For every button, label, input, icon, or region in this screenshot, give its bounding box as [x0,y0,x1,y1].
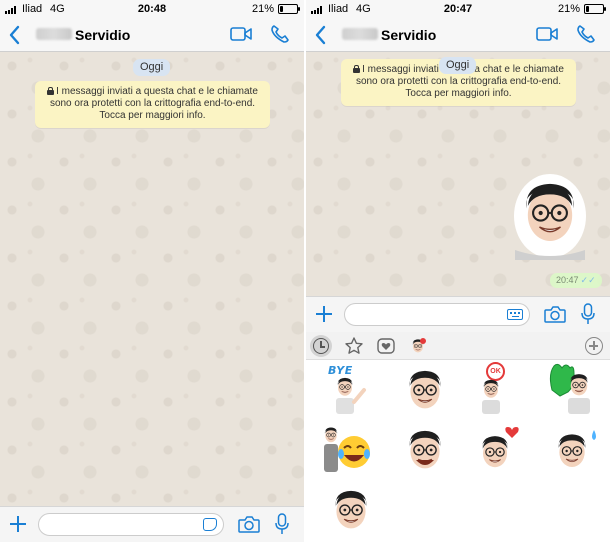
message-time: 20:47 [556,275,579,285]
message-input[interactable] [344,303,530,326]
sticker-icon[interactable] [203,518,217,531]
ok-figure-icon [482,379,500,414]
sticker-pack-icon[interactable] [408,336,428,356]
notice-line-2: sono ora protetti con la crittografia en… [49,98,256,109]
recent-icon [313,338,329,354]
notice-line-3: Tocca per maggiori info. [405,88,512,99]
back-chevron-icon[interactable] [312,24,330,46]
sent-sticker-message[interactable] [511,170,589,260]
encryption-notice[interactable]: I messaggi inviati a questa chat e le ch… [35,81,270,128]
left-chat-screen: Iliad 4G 20:48 21% Servidio Oggi I messa… [0,0,304,542]
sticker-grin[interactable] [400,424,450,476]
message-input[interactable] [38,513,224,536]
contact-name[interactable]: Servidio [75,27,130,43]
sticker-tear[interactable] [550,424,600,476]
attach-plus-icon[interactable] [314,304,334,324]
tab-recent[interactable] [310,335,332,357]
battery-percent: 21% [557,3,580,15]
battery-icon [584,4,606,14]
notice-line-3: Tocca per maggiori info. [99,110,206,121]
sticker-bye[interactable]: BYE [328,364,378,416]
video-call-icon[interactable] [536,26,558,42]
read-ticks-icon: ✓✓ [580,275,596,285]
blurred-contact-surname [342,28,378,40]
sticker-panel: BYE OK [306,332,610,542]
battery-percent: 21% [251,3,274,15]
battery-icon [278,4,300,14]
status-bar: Iliad 4G 20:47 21% [306,0,610,18]
notice-line-1: I messaggi inviati a questa chat e le ch… [56,86,258,97]
sticker-smile[interactable] [400,364,450,416]
lock-icon [353,65,361,73]
heart-icon[interactable] [376,336,396,356]
contact-name[interactable]: Servidio [381,27,436,43]
lock-icon [47,87,55,95]
sticker-neutral[interactable] [326,484,376,536]
microphone-icon[interactable] [581,303,595,325]
date-label: Oggi [439,57,477,74]
message-input-bar [0,506,304,542]
blurred-contact-surname [36,28,72,40]
keyboard-icon[interactable] [507,309,523,320]
video-call-icon[interactable] [230,26,252,42]
chat-header: Servidio [0,18,304,52]
sticker-tabs [306,332,610,360]
chat-header: Servidio [306,18,610,52]
notice-line-2: sono ora protetti con la crittografia en… [355,76,562,87]
sticker-ok[interactable]: OK [476,362,526,416]
back-chevron-icon[interactable] [6,24,24,46]
bye-figure-icon [336,377,366,414]
sticker-thumbs-up[interactable] [546,360,602,416]
status-bar: Iliad 4G 20:48 21% [0,0,304,18]
laughing-emoji-icon [324,427,370,472]
right-chat-screen: Iliad 4G 20:47 21% Servidio I messaggi i… [306,0,610,542]
sticker-laughing[interactable] [322,424,374,476]
message-input-bar [306,296,610,332]
attach-plus-icon[interactable] [8,514,28,534]
sticker-heart[interactable] [474,424,524,476]
foam-hand-icon [549,363,590,414]
message-timestamp: 20:47 ✓✓ [550,273,602,288]
add-sticker-pack-icon[interactable] [585,337,603,355]
voice-call-icon[interactable] [576,24,596,44]
star-icon[interactable] [344,336,364,356]
camera-icon[interactable] [238,516,260,533]
voice-call-icon[interactable] [270,24,290,44]
camera-icon[interactable] [544,306,566,323]
microphone-icon[interactable] [275,513,289,535]
date-label: Oggi [133,59,171,76]
